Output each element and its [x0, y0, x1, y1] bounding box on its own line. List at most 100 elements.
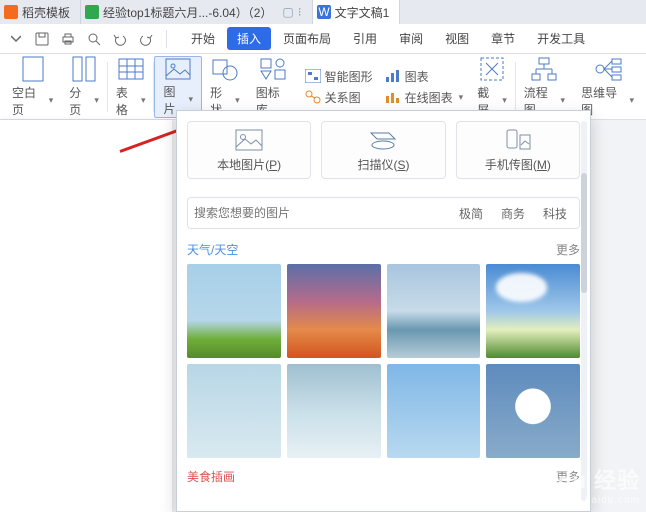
label: 在线图表: [405, 89, 453, 106]
app-icon: W: [317, 5, 331, 19]
tab-chapter[interactable]: 章节: [481, 27, 525, 50]
tab-reference[interactable]: 引用: [343, 27, 387, 50]
document-tabs: 稻壳模板 经验top1标题六月...-6.04）（2） ▢ ⁝ W 文字文稿1: [0, 0, 646, 24]
picture-search: 极简 商务 科技: [187, 197, 580, 229]
image-thumbnail[interactable]: [387, 364, 481, 458]
section-weather: 天气/天空 更多: [177, 233, 590, 462]
online-chart-button[interactable]: 在线图表 ▾: [385, 89, 464, 106]
local-picture-button[interactable]: 本地图片(P): [187, 121, 311, 179]
doc-tab-label: 文字文稿1: [335, 4, 390, 21]
chip-tech[interactable]: 科技: [537, 203, 573, 224]
smart-art-button[interactable]: 智能图形: [305, 68, 373, 85]
chevron-down-icon: ▾: [459, 92, 464, 103]
icon-library-button[interactable]: 图标库: [248, 56, 299, 118]
tab-bookmark-icon: ⁝: [298, 5, 302, 19]
relation-icon: [305, 89, 321, 105]
blank-page-button[interactable]: 空白页▾: [4, 56, 61, 118]
chip-minimal[interactable]: 极简: [453, 203, 489, 224]
picture-icon: [235, 128, 263, 152]
flowchart-button[interactable]: 流程图▾: [516, 56, 573, 118]
flowchart-icon: [531, 56, 557, 82]
scissors-icon: [480, 56, 504, 82]
app-icon: [4, 5, 18, 19]
image-thumbnail[interactable]: [387, 264, 481, 358]
tab-review[interactable]: 审阅: [389, 27, 433, 50]
chevron-down-icon: ▾: [235, 95, 240, 106]
chevron-down-icon: ▾: [49, 95, 54, 106]
label: 图表: [405, 68, 429, 85]
screenshot-button[interactable]: 截屏▾: [469, 56, 515, 118]
doc-tab-current[interactable]: W 文字文稿1: [313, 0, 401, 24]
chart-button[interactable]: 图表: [385, 68, 464, 85]
tab-insert[interactable]: 插入: [227, 27, 271, 50]
scrollbar[interactable]: [581, 121, 587, 501]
label: 手机传图(M): [485, 156, 551, 173]
watermark-brand: Baidu 经验: [521, 463, 640, 495]
online-chart-icon: [385, 89, 401, 105]
chevron-down-icon: ▾: [629, 95, 634, 106]
picture-dropdown-panel: 本地图片(P) 扫描仪(S) 手机传图(M) 极简 商务 科技 天气/天空 更多: [176, 110, 591, 512]
label: 空白页: [12, 84, 47, 118]
phone-icon: [504, 128, 532, 152]
menu-dropdown-button[interactable]: [4, 27, 28, 51]
relation-chart-button[interactable]: 关系图: [305, 89, 373, 106]
mindmap-button[interactable]: 思维导图▾: [573, 56, 642, 118]
tab-view[interactable]: 视图: [435, 27, 479, 50]
tab-start[interactable]: 开始: [181, 27, 225, 50]
label: 智能图形: [325, 68, 373, 85]
page-break-icon: [72, 56, 96, 82]
thumbnail-grid: [187, 264, 580, 458]
undo-button[interactable]: [108, 27, 132, 51]
svg-text:W: W: [318, 5, 330, 19]
scanner-icon: [369, 128, 397, 152]
tab-layout[interactable]: 页面布局: [273, 27, 341, 50]
print-preview-button[interactable]: [82, 27, 106, 51]
page-icon: [22, 56, 44, 82]
chevron-down-icon: ▾: [141, 95, 146, 106]
tab-view-icon: ▢: [282, 5, 293, 19]
label: 分页: [69, 84, 92, 118]
table-button[interactable]: 表格▾: [108, 56, 154, 118]
phone-transfer-button[interactable]: 手机传图(M): [456, 121, 580, 179]
tab-devtools[interactable]: 开发工具: [527, 27, 595, 50]
icons-icon: [260, 56, 286, 82]
watermark-url: jingyan.baidu.com: [521, 495, 640, 506]
page-break-button[interactable]: 分页▾: [61, 56, 107, 118]
chart-icon: [385, 68, 401, 84]
image-thumbnail[interactable]: [486, 364, 580, 458]
document-page[interactable]: [0, 120, 172, 512]
redo-button[interactable]: [134, 27, 158, 51]
picture-icon: [165, 57, 191, 81]
mindmap-icon: [594, 56, 622, 82]
separator: [166, 30, 167, 48]
picture-button[interactable]: 图片▾: [154, 56, 202, 118]
menu-tabs: 开始 插入 页面布局 引用 审阅 视图 章节 开发工具: [181, 27, 595, 50]
doc-tab-label: 经验top1标题六月...-6.04）（2）: [103, 4, 272, 21]
shape-button[interactable]: 形状▾: [202, 56, 248, 118]
picture-source-options: 本地图片(P) 扫描仪(S) 手机传图(M): [177, 111, 590, 189]
section-title: 美食插画: [187, 468, 235, 485]
chart-group-2: 图表 在线图表 ▾: [379, 68, 470, 106]
doc-tab-experience[interactable]: 经验top1标题六月...-6.04）（2） ▢ ⁝: [81, 0, 313, 24]
section-title: 天气/天空: [187, 241, 238, 258]
scroll-thumb[interactable]: [581, 173, 587, 293]
image-thumbnail[interactable]: [187, 264, 281, 358]
quick-access-toolbar: 开始 插入 页面布局 引用 审阅 视图 章节 开发工具: [0, 24, 646, 54]
chevron-down-icon: ▾: [502, 95, 507, 106]
table-icon: [118, 56, 144, 82]
image-thumbnail[interactable]: [187, 364, 281, 458]
doc-tab-label: 稻壳模板: [22, 4, 70, 21]
label: 本地图片(P): [217, 156, 281, 173]
scanner-button[interactable]: 扫描仪(S): [321, 121, 445, 179]
save-button[interactable]: [30, 27, 54, 51]
image-thumbnail[interactable]: [287, 364, 381, 458]
image-thumbnail[interactable]: [287, 264, 381, 358]
label: 扫描仪(S): [357, 156, 409, 173]
search-input[interactable]: [194, 206, 447, 220]
doc-tab-template[interactable]: 稻壳模板: [0, 0, 81, 24]
chip-business[interactable]: 商务: [495, 203, 531, 224]
more-link[interactable]: 更多: [556, 241, 580, 258]
label: 表格: [116, 84, 139, 118]
image-thumbnail[interactable]: [486, 264, 580, 358]
print-button[interactable]: [56, 27, 80, 51]
